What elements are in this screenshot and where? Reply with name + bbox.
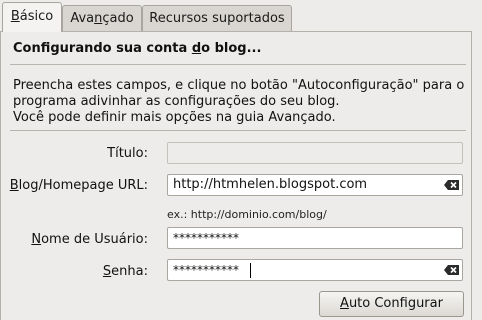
divider xyxy=(10,64,466,65)
url-label-mnemonic: B xyxy=(9,178,19,193)
password-value: *********** xyxy=(173,263,239,277)
title-field xyxy=(167,142,463,164)
tab-basico-label: ásico xyxy=(19,9,54,24)
section-heading: Configurando sua conta do blog... xyxy=(13,41,261,56)
clear-text-icon[interactable] xyxy=(444,180,459,190)
url-label: Blog/Homepage URL: xyxy=(10,178,148,193)
instructions-line-3: Você pode definir mais opções na guia Av… xyxy=(13,110,336,125)
password-label-text: enha: xyxy=(111,264,148,279)
username-field[interactable]: *********** xyxy=(167,227,463,249)
section-heading-mnemonic: d xyxy=(191,41,202,56)
clear-text-icon[interactable] xyxy=(444,265,459,275)
auto-configure-mnemonic: A xyxy=(340,296,349,311)
password-label: Senha: xyxy=(103,264,148,279)
tab-avancado[interactable]: Avançado xyxy=(62,5,142,31)
title-label: Título: xyxy=(107,146,148,161)
instructions: Preencha estes campos, e clique no botão… xyxy=(13,78,464,126)
username-value: *********** xyxy=(173,231,239,245)
url-value: http://htmhelen.blogspot.com xyxy=(173,177,368,192)
tab-basico-mnemonic: B xyxy=(10,9,20,24)
username-label-text: ome de Usuário: xyxy=(41,232,148,247)
password-field[interactable]: *********** xyxy=(167,259,463,281)
password-label-mnemonic: S xyxy=(102,264,112,279)
url-hint: ex.: http://dominio.com/blog/ xyxy=(167,208,327,221)
instructions-line-1: Preencha estes campos, e clique no botão… xyxy=(13,78,465,93)
tab-avancado-label-end: çado xyxy=(102,11,134,26)
instructions-line-2: programa adivinhar as configurações do s… xyxy=(13,94,340,109)
settings-panel: Configurando sua conta do blog... Preenc… xyxy=(0,31,472,320)
auto-configure-label: uto Configurar xyxy=(348,296,443,311)
section-heading-start: Configurando sua conta xyxy=(13,41,192,56)
url-label-text: log/Homepage URL: xyxy=(18,178,148,193)
username-label: Nome de Usuário: xyxy=(31,232,148,247)
tab-recursos-label: Recursos suportados xyxy=(149,11,285,26)
auto-configure-button[interactable]: Auto Configurar xyxy=(319,291,464,317)
tab-basico[interactable]: Básico xyxy=(2,2,62,32)
tab-avancado-label-start: Ava xyxy=(70,11,95,26)
tab-recursos-suportados[interactable]: Recursos suportados xyxy=(142,5,292,31)
text-caret xyxy=(250,263,251,278)
tab-bar: Básico Avançado Recursos suportados xyxy=(0,0,482,32)
username-label-mnemonic: N xyxy=(31,232,42,247)
url-field[interactable]: http://htmhelen.blogspot.com xyxy=(167,174,463,196)
section-heading-end: o blog... xyxy=(201,41,262,56)
divider xyxy=(10,130,466,131)
